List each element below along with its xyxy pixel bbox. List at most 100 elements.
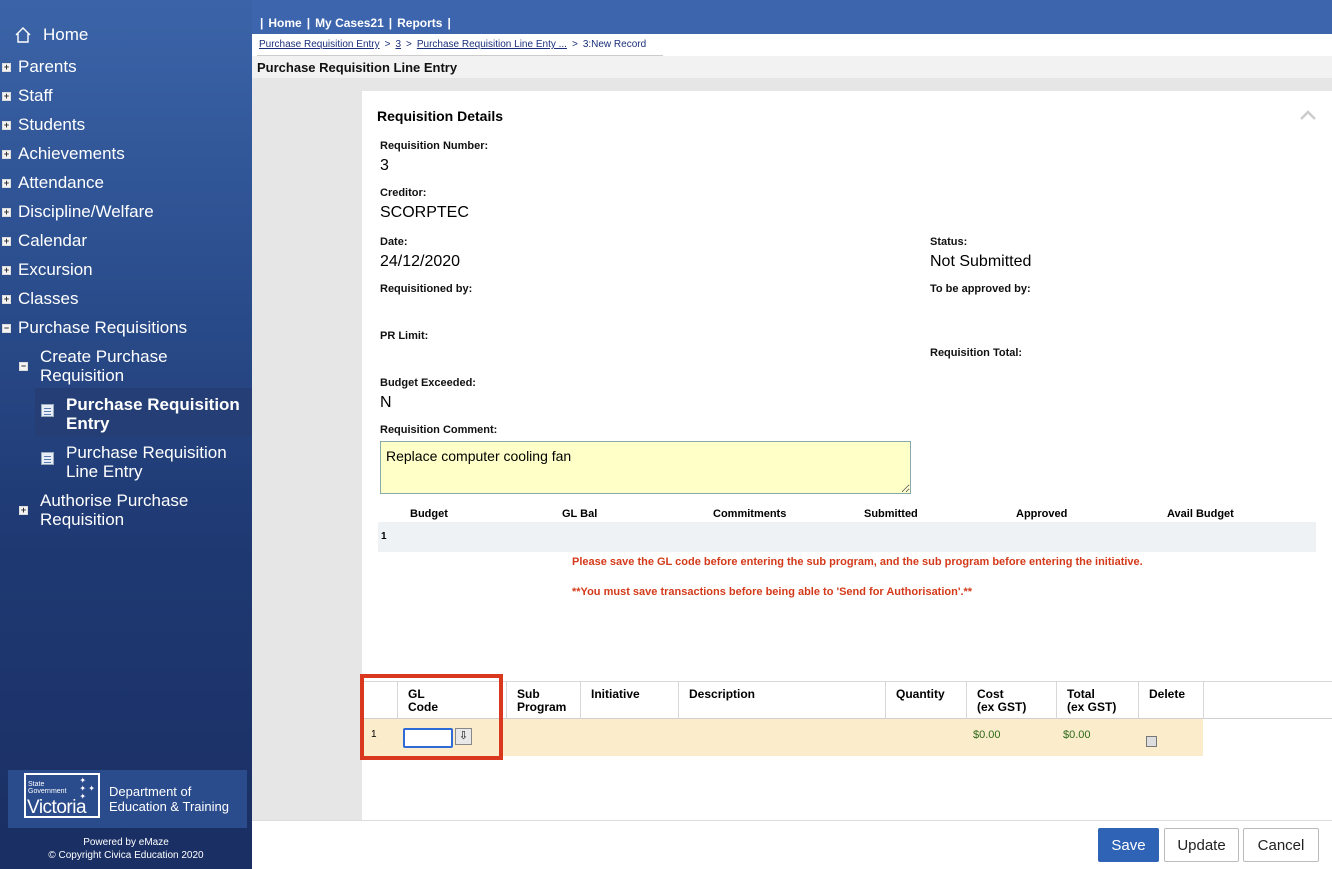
requisition-total-label: Requisition Total: — [930, 347, 1023, 359]
top-link-reports[interactable]: Reports — [397, 16, 442, 30]
top-links: | Home | My Cases21 | Reports | — [260, 16, 451, 30]
powered-by: Powered by eMaze — [83, 837, 169, 848]
title-bar: Purchase Requisition Line Entry — [252, 56, 1332, 78]
copyright: © Copyright Civica Education 2020 — [48, 850, 204, 861]
warning-save-gl: Please save the GL code before entering … — [572, 556, 1143, 568]
budget-row-number: 1 — [381, 531, 387, 542]
sidebar-item-label: Achievements — [18, 144, 125, 163]
expand-icon[interactable]: + — [2, 178, 11, 188]
sub-program-header[interactable]: Sub Program — [506, 682, 580, 719]
home-icon — [15, 27, 31, 43]
update-button[interactable]: Update — [1164, 828, 1239, 862]
sidebar-item-label: Home — [43, 25, 89, 44]
victoria-logo: State Government ✦ ✦ ✦ ✦ Victoria — [24, 773, 100, 818]
budget-header: Budget — [410, 508, 448, 520]
quantity-header[interactable]: Quantity — [885, 682, 966, 719]
sidebar-item-label: Excursion — [18, 260, 93, 279]
sidebar-item-label: Discipline/Welfare — [18, 202, 154, 221]
sidebar-item-discipline[interactable]: + Discipline/Welfare — [0, 202, 154, 222]
gl-code-highlight — [360, 674, 503, 760]
top-navigation: | Home | My Cases21 | Reports | — [252, 0, 1332, 34]
sidebar: Home + Parents + Staff + Students + Achi… — [0, 0, 252, 869]
commitments-header: Commitments — [713, 508, 787, 520]
warning-save-transactions: **You must save transactions before bein… — [572, 586, 973, 598]
line-grid-header: GL Code Sub Program Initiative Description… — [362, 681, 1332, 719]
approved-header: Approved — [1016, 508, 1068, 520]
requisition-comment-field[interactable]: Replace computer cooling fan — [380, 441, 911, 494]
delete-header: Delete — [1138, 682, 1204, 719]
delete-checkbox[interactable] — [1146, 736, 1157, 747]
avail-budget-header: Avail Budget — [1167, 508, 1234, 520]
collapse-icon[interactable]: − — [2, 323, 11, 333]
expand-icon[interactable]: + — [2, 207, 11, 217]
save-button[interactable]: Save — [1098, 828, 1159, 862]
expand-icon[interactable]: + — [2, 91, 11, 101]
pr-limit-label: PR Limit: — [380, 330, 429, 342]
requisition-number-value: 3 — [380, 157, 389, 174]
cancel-button[interactable]: Cancel — [1243, 828, 1319, 862]
sidebar-item-requisition-line-entry[interactable]: Purchase Requisition Line Entry — [66, 443, 246, 481]
requisition-number-label: Requisition Number: — [380, 140, 489, 152]
budget-row: 1 — [378, 522, 1316, 552]
sidebar-item-requisition-entry[interactable]: Purchase Requisition Entry — [66, 395, 246, 433]
panel-title: Requisition Details — [377, 108, 504, 124]
sidebar-item-parents[interactable]: + Parents — [0, 57, 77, 77]
sidebar-item-purchase-requisitions[interactable]: − Purchase Requisitions — [0, 318, 187, 338]
collapse-icon[interactable]: − — [19, 362, 28, 371]
status-label: Status: — [930, 236, 968, 248]
department-logo: State Government ✦ ✦ ✦ ✦ Victoria Departme… — [8, 770, 247, 828]
document-icon — [41, 404, 54, 417]
sidebar-item-classes[interactable]: + Classes — [0, 289, 78, 309]
requisitioned-by-label: Requisitioned by: — [380, 283, 473, 295]
collapse-chevron-icon[interactable] — [1300, 109, 1316, 121]
breadcrumb-link-entry[interactable]: Purchase Requisition Entry — [259, 39, 380, 50]
submitted-header: Submitted — [864, 508, 918, 520]
date-value: 24/12/2020 — [380, 253, 461, 270]
creditor-label: Creditor: — [380, 187, 427, 199]
expand-icon[interactable]: + — [2, 120, 11, 130]
sidebar-item-authorise-requisition[interactable]: Authorise Purchase Requisition — [40, 491, 240, 529]
budget-exceeded-value: N — [380, 394, 392, 411]
total-value: $0.00 — [1063, 729, 1091, 741]
top-link-my-cases21[interactable]: My Cases21 — [315, 16, 384, 30]
expand-icon[interactable]: + — [2, 294, 11, 304]
initiative-header[interactable]: Initiative — [580, 682, 678, 719]
breadcrumb-current: 3:New Record — [582, 39, 647, 50]
sidebar-item-label: Calendar — [18, 231, 87, 250]
sidebar-item-excursion[interactable]: + Excursion — [0, 260, 93, 280]
sidebar-item-create-requisition[interactable]: Create Purchase Requisition — [40, 347, 240, 385]
sidebar-item-calendar[interactable]: + Calendar — [0, 231, 87, 251]
expand-icon[interactable]: + — [2, 265, 11, 275]
logo-big-text: Victoria — [27, 797, 87, 818]
sidebar-item-label: Staff — [18, 86, 53, 105]
sidebar-item-label: Parents — [18, 57, 77, 76]
sidebar-item-attendance[interactable]: + Attendance — [0, 173, 104, 193]
sidebar-item-label: Attendance — [18, 173, 105, 192]
cost-header[interactable]: Cost (ex GST) — [966, 682, 1056, 719]
budget-exceeded-label: Budget Exceeded: — [380, 377, 476, 389]
expand-icon[interactable]: + — [2, 62, 11, 72]
expand-icon[interactable]: + — [2, 149, 11, 159]
sidebar-item-home[interactable]: Home — [14, 25, 88, 45]
cost-value: $0.00 — [973, 729, 1001, 741]
breadcrumb: Purchase Requisition Entry >3 > Purchase Re… — [252, 34, 1332, 56]
document-icon — [41, 452, 54, 465]
expand-icon[interactable]: + — [19, 506, 28, 515]
description-header[interactable]: Description — [678, 682, 885, 719]
breadcrumb-link-line-entry[interactable]: Purchase Requisition Line Enty ... — [417, 39, 567, 50]
approver-label: To be approved by: — [930, 283, 1031, 295]
status-value: Not Submitted — [930, 253, 1032, 270]
date-label: Date: — [380, 236, 408, 248]
total-header[interactable]: Total (ex GST) — [1056, 682, 1138, 719]
logo-small-text: State Government — [28, 781, 67, 795]
gl-bal-header: GL Bal — [562, 508, 598, 520]
breadcrumb-link-number[interactable]: 3 — [395, 39, 401, 50]
sidebar-item-staff[interactable]: + Staff — [0, 86, 53, 106]
top-link-home[interactable]: Home — [268, 16, 301, 30]
department-name: Department of Education & Training — [109, 784, 229, 814]
sidebar-item-students[interactable]: + Students — [0, 115, 85, 135]
sidebar-item-label: Purchase Requisitions — [18, 318, 188, 337]
sidebar-item-achievements[interactable]: + Achievements — [0, 144, 125, 164]
creditor-value: SCORPTEC — [380, 204, 469, 221]
expand-icon[interactable]: + — [2, 236, 11, 246]
